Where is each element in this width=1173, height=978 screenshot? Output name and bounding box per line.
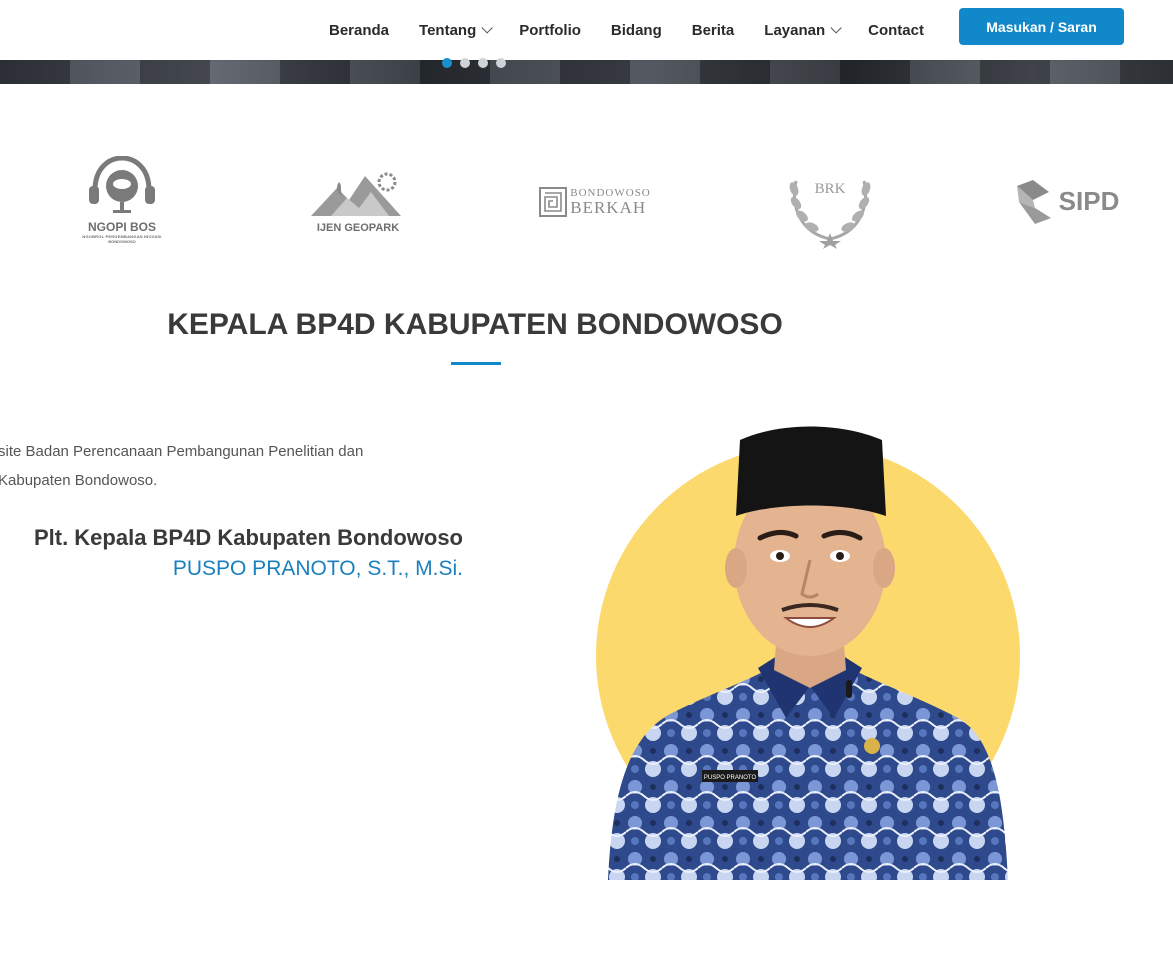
chevron-down-icon bbox=[830, 22, 842, 34]
nav-label: Tentang bbox=[419, 21, 477, 39]
head-role: Plt. Kepala BP4D Kabupaten Bondowoso bbox=[33, 525, 463, 550]
nav-label: Beranda bbox=[329, 21, 390, 39]
logo-ijen-geopark[interactable]: IJEN GEOPARK bbox=[306, 164, 410, 238]
carousel-dot-1[interactable] bbox=[442, 58, 452, 68]
title-divider bbox=[451, 362, 501, 365]
site-header: Beranda Tentang Portfolio Bidang Berita … bbox=[0, 0, 1173, 60]
logo-title: BRK bbox=[815, 181, 846, 197]
person-illustration: PUSPO PRANOTO bbox=[608, 426, 1008, 880]
welcome-line: site Badan Perencanaan Pembangunan Penel… bbox=[0, 443, 364, 460]
carousel-indicators bbox=[442, 58, 506, 68]
logo-title: SIPD bbox=[1058, 185, 1120, 216]
nav-berita[interactable]: Berita bbox=[692, 22, 735, 39]
nav-layanan[interactable]: Layanan bbox=[764, 21, 842, 39]
logo-title: NGOPI BOS bbox=[87, 220, 156, 234]
carousel-dot-4[interactable] bbox=[496, 58, 506, 68]
maze-emblem-icon bbox=[539, 187, 568, 217]
nav-label: Portfolio bbox=[519, 21, 581, 39]
welcome-line: Kabupaten Bondowoso. bbox=[0, 472, 158, 489]
logo-subtitle: BERKAH bbox=[570, 198, 647, 217]
nav-portfolio[interactable]: Portfolio bbox=[519, 22, 581, 39]
head-portrait: PUSPO PRANOTO bbox=[590, 418, 1030, 882]
nav-label: Bidang bbox=[610, 21, 662, 39]
main-nav: Beranda Tentang Portfolio Bidang Berita … bbox=[329, 0, 954, 60]
laurel-wreath-icon: BRK bbox=[789, 180, 871, 249]
mountain-icon bbox=[311, 172, 401, 216]
carousel-dot-3[interactable] bbox=[478, 58, 488, 68]
sipd-emblem-icon bbox=[1016, 180, 1051, 224]
nav-beranda[interactable]: Beranda bbox=[329, 22, 389, 39]
head-name: PUSPO PRANOTO, S.T., M.Si. bbox=[172, 557, 463, 580]
nav-tentang[interactable]: Tentang bbox=[419, 21, 494, 39]
nav-label: Berita bbox=[691, 21, 735, 39]
logo-bondowoso-berkah[interactable]: BONDOWOSO BERKAH bbox=[536, 184, 654, 220]
nav-bidang[interactable]: Bidang bbox=[611, 22, 662, 39]
chevron-down-icon bbox=[481, 22, 494, 34]
nav-contact[interactable]: Contact bbox=[868, 22, 924, 39]
name-badge-text: PUSPO PRANOTO bbox=[704, 775, 757, 781]
logo-brk[interactable]: BRK bbox=[780, 152, 880, 250]
podcast-mic-icon bbox=[89, 156, 155, 213]
feedback-button[interactable]: Masukan / Saran bbox=[959, 8, 1124, 45]
section-title: KEPALA BP4D KABUPATEN BONDOWOSO bbox=[167, 308, 783, 341]
nav-label: Layanan bbox=[764, 21, 826, 39]
logo-title: IJEN GEOPARK bbox=[316, 222, 400, 234]
carousel-dot-2[interactable] bbox=[460, 58, 470, 68]
nav-label: Contact bbox=[868, 21, 924, 39]
head-info: Plt. Kepala BP4D Kabupaten Bondowoso PUS… bbox=[0, 525, 463, 595]
logo-sipd[interactable]: SIPD bbox=[1005, 176, 1127, 226]
logo-subtitle: BONDOWOSO bbox=[108, 239, 136, 244]
logo-ngopi-bos[interactable]: NGOPI BOS NGOBROL PENGEMBANGAN INOVASI B… bbox=[70, 152, 174, 248]
welcome-text: site Badan Perencanaan Pembangunan Penel… bbox=[0, 437, 400, 497]
